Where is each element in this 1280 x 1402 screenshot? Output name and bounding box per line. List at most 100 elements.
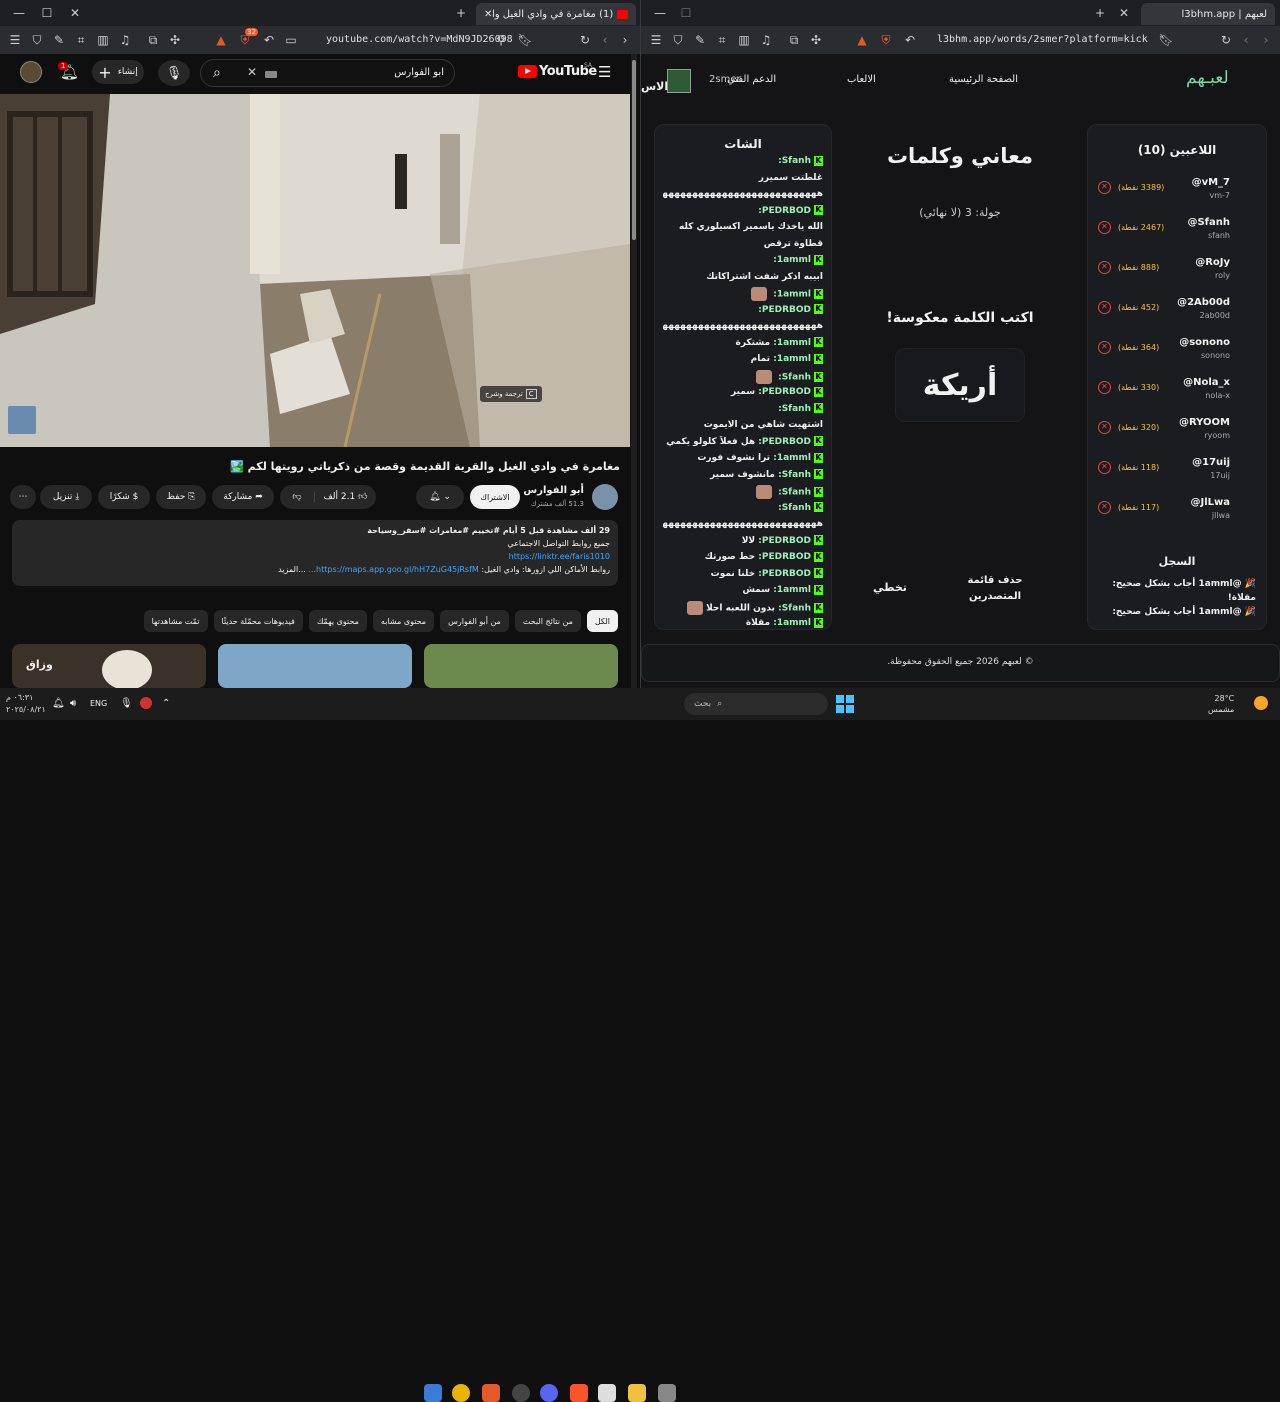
windows-start-icon[interactable] <box>836 695 854 713</box>
pen-icon[interactable]: ✎ <box>48 29 70 51</box>
user-avatar[interactable] <box>667 69 691 93</box>
brave-app-icon[interactable] <box>482 1384 500 1402</box>
brave-rewards-icon[interactable]: ▲ <box>851 29 873 51</box>
tab-close-icon[interactable]: ✕ <box>484 9 492 20</box>
taskbar-app-icon[interactable] <box>512 1384 530 1402</box>
filter-chip[interactable]: تمّت مشاهدتها <box>143 610 208 632</box>
keyboard-icon[interactable] <box>265 71 277 78</box>
related-thumbnail[interactable]: وزاق <box>12 644 206 688</box>
taskbar-app-icon[interactable] <box>424 1384 442 1402</box>
new-tab-icon[interactable]: + <box>450 2 472 24</box>
filter-chip[interactable]: من أبو الفوارس <box>440 610 509 632</box>
thanks-button[interactable]: $ شكرًا <box>98 485 150 509</box>
crop-icon[interactable]: ⌗ <box>711 29 733 51</box>
more-link[interactable]: ...المزيد <box>278 565 306 574</box>
brave-app-icon[interactable] <box>570 1384 588 1402</box>
forward-icon[interactable]: › <box>614 29 636 51</box>
related-thumbnail[interactable] <box>424 644 618 688</box>
scrollbar-thumb[interactable] <box>632 60 636 240</box>
clear-leaderboard-button[interactable]: حذف قائمة المتصدرين <box>955 573 1035 605</box>
chevron-up-icon[interactable]: ⌃ <box>162 698 170 709</box>
screenshot-icon[interactable]: ⧉ <box>783 29 805 51</box>
reload-icon[interactable]: ↻ <box>574 29 596 51</box>
music-icon[interactable]: ♫ <box>114 29 136 51</box>
tray-app-icon[interactable] <box>140 697 152 709</box>
filter-chip[interactable]: الكل <box>586 610 618 632</box>
extension-icon[interactable]: ✣ <box>164 29 186 51</box>
clear-search-icon[interactable]: ✕ <box>247 65 257 79</box>
pen-icon[interactable]: ✎ <box>689 29 711 51</box>
channel-avatar[interactable] <box>592 484 618 510</box>
remove-player-icon[interactable]: ✕ <box>1098 261 1111 274</box>
maximize-icon[interactable]: ☐ <box>675 2 697 24</box>
menu-icon[interactable]: ☰ <box>645 29 667 51</box>
avatar[interactable] <box>20 61 42 83</box>
nav-edge-text[interactable]: الاس <box>641 80 668 93</box>
filter-chip[interactable]: محتوى مشابه <box>372 610 435 632</box>
search-icon[interactable]: ⌕ <box>213 65 221 81</box>
more-actions-button[interactable]: ⋯ <box>10 485 36 509</box>
tab-close-icon[interactable]: ✕ <box>1113 2 1135 24</box>
related-thumbnail[interactable] <box>218 644 412 688</box>
screenshot-icon[interactable]: ⧉ <box>142 29 164 51</box>
crop-icon[interactable]: ⌗ <box>70 29 92 51</box>
new-tab-icon[interactable]: + <box>1089 2 1111 24</box>
close-icon[interactable]: ✕ <box>64 2 86 24</box>
taskbar-search[interactable]: ⌕ بحث <box>684 693 828 715</box>
skip-button[interactable]: تخطي <box>873 581 907 594</box>
sidebar-icon[interactable]: ▥ <box>733 29 755 51</box>
language-indicator[interactable]: ENG <box>90 699 107 708</box>
back-icon[interactable]: ‹ <box>594 29 616 51</box>
taskbar-app-icon[interactable] <box>598 1384 616 1402</box>
chrome-icon[interactable] <box>452 1384 470 1402</box>
filter-chip[interactable]: من نتائج البحث <box>514 610 581 632</box>
extension-icon[interactable]: ✣ <box>805 29 827 51</box>
discord-icon[interactable] <box>540 1384 558 1402</box>
remove-player-icon[interactable]: ✕ <box>1098 341 1111 354</box>
share-button[interactable]: ➦ مشاركة <box>212 485 274 509</box>
back-history-icon[interactable]: ↶ <box>899 29 921 51</box>
video-player[interactable]: C ترجمة وشرح <box>0 94 630 447</box>
file-explorer-icon[interactable] <box>628 1384 646 1402</box>
remove-player-icon[interactable]: ✕ <box>1098 181 1111 194</box>
remove-player-icon[interactable]: ✕ <box>1098 501 1111 514</box>
maximize-icon[interactable]: ☐ <box>36 2 58 24</box>
volume-icon[interactable]: 🔊︎ <box>70 698 76 709</box>
nav-games[interactable]: الالعاب <box>847 74 876 85</box>
create-button[interactable]: إنشاء + <box>92 60 144 84</box>
nav-support[interactable]: الدعم الفني <box>727 74 776 85</box>
brave-shield-icon[interactable]: ⛨ <box>875 29 897 51</box>
description-box[interactable]: 29 ألف مشاهدة قبل 5 أيام #تخييم #مغامرات… <box>12 520 618 586</box>
youtube-logo-icon[interactable] <box>518 65 537 78</box>
minimize-icon[interactable]: — <box>8 2 30 24</box>
channel-name[interactable]: أبو الفوارس <box>523 485 584 496</box>
like-button[interactable]: 👍︎ 2.1 ألف <box>314 492 376 502</box>
link-icon[interactable]: ⚲ <box>490 29 512 51</box>
download-button[interactable]: ⤓ تنزيل <box>40 485 92 509</box>
maps-link[interactable]: https://maps.app.goo.gl/hH7ZuG45jRsfM... <box>308 565 478 574</box>
remove-player-icon[interactable]: ✕ <box>1098 221 1111 234</box>
tab-youtube[interactable]: (1) مغامرة في وادي الغيل والقر ✕ <box>476 3 636 25</box>
bookmark-icon[interactable]: 🔖︎ <box>1155 29 1177 51</box>
description-link[interactable]: https://linktr.ee/faris1010 <box>20 550 610 563</box>
back-history-icon[interactable]: ↶ <box>258 29 280 51</box>
dislike-button[interactable]: 👎︎ <box>280 492 314 502</box>
cast-icon[interactable]: ▭ <box>280 29 302 51</box>
site-logo[interactable]: لعبـهم <box>1186 68 1229 88</box>
weather-widget[interactable]: 28°C مشمس <box>1208 693 1234 715</box>
bell-dropdown-button[interactable]: ⌄ 🔔︎ <box>416 485 464 509</box>
remove-player-icon[interactable]: ✕ <box>1098 461 1111 474</box>
subscribe-button[interactable]: الاشتراك <box>470 485 520 509</box>
address-field[interactable]: l3bhm.app/words/2smer?platform=kick <box>937 34 1148 45</box>
menu-icon[interactable]: ☰ <box>4 29 26 51</box>
forward-icon[interactable]: › <box>1255 29 1277 51</box>
filter-chip[interactable]: فيديوهات محمّلة حديثًا <box>213 610 303 632</box>
bookmark-icon[interactable]: 🔖︎ <box>514 29 536 51</box>
shield-icon[interactable]: ⛉ <box>26 29 48 51</box>
search-input[interactable]: ⌕ ✕ ابو الفوارس <box>200 59 455 87</box>
remove-player-icon[interactable]: ✕ <box>1098 381 1111 394</box>
scrollbar[interactable] <box>631 54 637 688</box>
remove-player-icon[interactable]: ✕ <box>1098 421 1111 434</box>
reload-icon[interactable]: ↻ <box>1215 29 1237 51</box>
clock[interactable]: ٠٦:٣١ م ٢٠٢٥/٠٨/٢١ <box>6 692 46 716</box>
